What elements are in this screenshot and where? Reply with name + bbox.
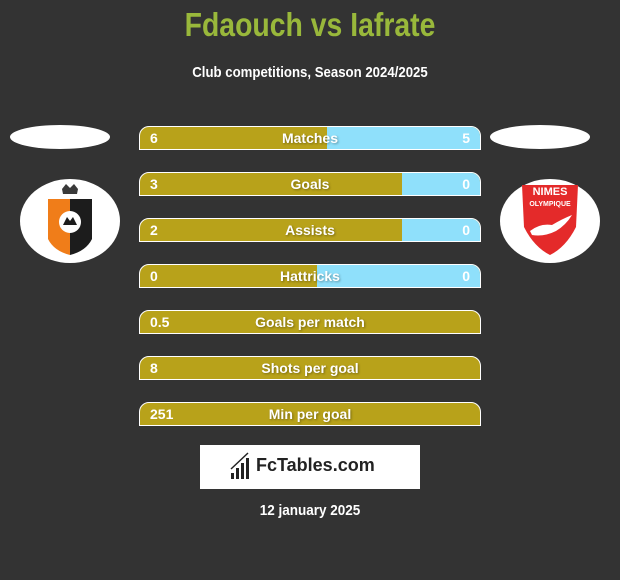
stat-label: Hattricks	[280, 268, 340, 284]
svg-text:OLYMPIQUE: OLYMPIQUE	[529, 201, 571, 208]
shield-logo-icon	[48, 184, 92, 255]
right-player-placeholder	[490, 125, 590, 149]
left-value: 0.5	[150, 314, 170, 330]
stat-label: Min per goal	[268, 406, 352, 422]
fctables-brand[interactable]: FcTables.com	[200, 445, 420, 489]
date-label: 12 january 2025	[259, 502, 361, 519]
left-value: 3	[150, 176, 158, 192]
stat-row: Min per goal 251	[139, 402, 481, 426]
left-team-logo[interactable]	[20, 179, 120, 263]
right-value: 0	[462, 176, 470, 192]
page-title: Fdaouch vs Iafrate	[184, 6, 436, 43]
stat-label: Assists	[285, 222, 335, 238]
stat-row: Matches 6 5	[139, 126, 481, 150]
left-value: 8	[150, 360, 158, 376]
stat-row: Shots per goal 8	[139, 356, 481, 380]
brand-name: FcTables.com	[256, 455, 375, 475]
stat-label: Goals per match	[255, 314, 365, 330]
stat-row: Hattricks 0 0	[139, 264, 481, 288]
stat-label: Shots per goal	[261, 360, 359, 376]
right-value: 5	[462, 130, 470, 146]
right-value: 0	[462, 222, 470, 238]
right-value: 0	[462, 268, 470, 284]
bar-chart-logo-icon	[230, 452, 249, 479]
left-value: 2	[150, 222, 158, 238]
season-subtitle: Club competitions, Season 2024/2025	[192, 64, 428, 81]
left-value: 6	[150, 130, 158, 146]
left-value: 0	[150, 268, 158, 284]
stat-label: Matches	[281, 130, 339, 146]
stat-row: Goals per match 0.5	[139, 310, 481, 334]
stat-label: Goals	[290, 176, 330, 192]
stat-row: Assists 2 0	[139, 218, 481, 242]
svg-text:NIMES: NIMES	[533, 186, 568, 198]
nimes-crest-icon: NIMES OLYMPIQUE	[522, 185, 578, 255]
left-player-placeholder	[10, 125, 110, 149]
right-team-logo[interactable]: NIMES OLYMPIQUE	[500, 179, 600, 263]
stat-row: Goals 3 0	[139, 172, 481, 196]
left-value: 251	[150, 406, 174, 422]
